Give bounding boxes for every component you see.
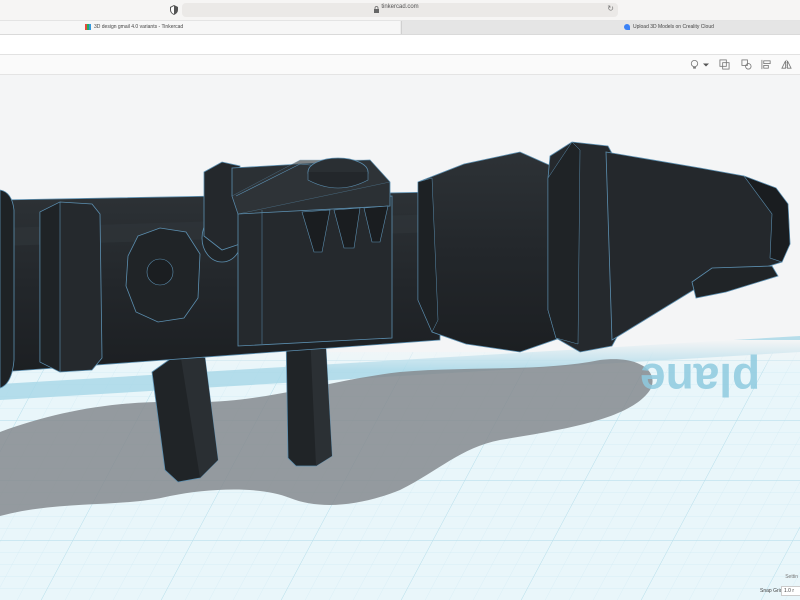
workplane-watermark: plane (640, 354, 760, 406)
tab-tinkercad[interactable]: 3D design gmail 4.0 variants - Tinkercad (0, 21, 400, 34)
chevron-down-icon[interactable] (702, 58, 710, 70)
url-text: tinkercad.com (381, 4, 419, 10)
settings-label[interactable]: Settin (785, 574, 798, 580)
shield-icon[interactable] (170, 5, 178, 15)
barrel-rear-end (0, 189, 15, 389)
tinkercad-favicon-icon (85, 23, 91, 30)
tab-label: 3D design gmail 4.0 variants - Tinkercad (94, 24, 184, 30)
tinkercad-header (0, 35, 800, 55)
tab-creality[interactable]: Upload 3D Models on Creality Cloud (401, 21, 800, 34)
rear-knob-center (146, 258, 174, 286)
editor-toolbar (0, 55, 800, 75)
tab-label: Upload 3D Models on Creality Cloud (633, 24, 714, 30)
align-icon[interactable] (760, 58, 772, 70)
tab-strip: 3D design gmail 4.0 variants - Tinkercad… (0, 21, 800, 35)
3d-viewport[interactable]: plane (0, 75, 800, 600)
light-bulb-icon[interactable] (688, 58, 700, 70)
snap-grid-select[interactable]: 1.0 r (781, 586, 800, 596)
group-icon[interactable] (718, 58, 730, 70)
address-bar[interactable]: tinkercad.com ↻ (182, 3, 618, 17)
browser-toolbar: tinkercad.com ↻ (0, 0, 800, 21)
rear-ring-face (39, 201, 61, 373)
ungroup-icon[interactable] (740, 58, 752, 70)
front-ring-face (547, 141, 581, 345)
reload-icon[interactable]: ↻ (607, 4, 614, 13)
snap-grid-label: Snap Grid (760, 588, 783, 594)
mirror-icon[interactable] (780, 58, 792, 70)
creality-favicon-icon (624, 23, 630, 30)
